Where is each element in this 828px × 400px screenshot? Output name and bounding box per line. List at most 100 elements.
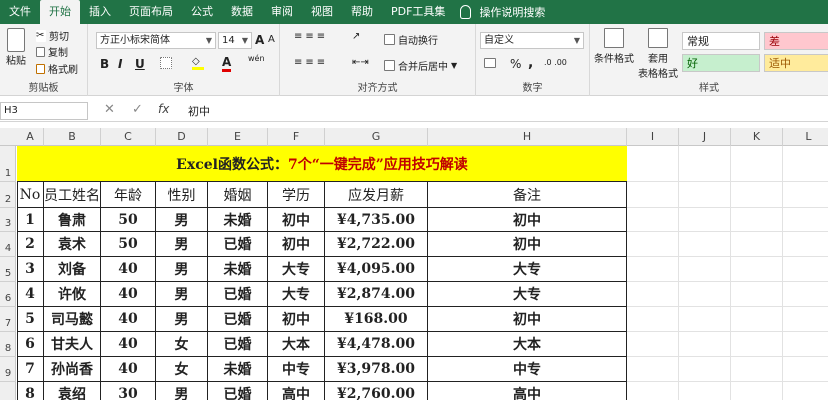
style-neutral[interactable]: 适中 [764,54,828,72]
font-color-button[interactable]: A [222,55,232,72]
data-cell-row6-D[interactable]: 男 [156,282,208,307]
column-header-D[interactable]: D [156,128,208,146]
data-cell-row9-B[interactable]: 孙尚香 [44,357,101,382]
row-header-8[interactable]: 8 [0,332,16,357]
data-cell-row4-F[interactable]: 初中 [268,232,325,257]
data-cell-row8-G[interactable]: ¥4,478.00 [325,332,428,357]
header-cell-D[interactable]: 性别 [156,182,208,208]
data-cell-row6-H[interactable]: 大专 [428,282,627,307]
data-cell-row5-C[interactable]: 40 [101,257,156,282]
italic-button[interactable]: I [118,57,122,71]
data-cell-row6-F[interactable]: 大专 [268,282,325,307]
data-cell-row5-A[interactable]: 3 [17,257,44,282]
data-cell-row3-G[interactable]: ¥4,735.00 [325,208,428,232]
column-header-G[interactable]: G [325,128,428,146]
data-cell-row10-H[interactable]: 高中 [428,382,627,400]
merge-center-button[interactable]: 合并后居中 ▼ [384,58,457,73]
style-normal[interactable]: 常规 [682,32,760,50]
data-cell-row9-E[interactable]: 未婚 [208,357,268,382]
tab-data[interactable]: 数据 [222,0,262,24]
column-header-L[interactable]: L [783,128,828,146]
tab-view[interactable]: 视图 [302,0,342,24]
insert-function-icon[interactable]: fx [158,102,169,116]
style-good[interactable]: 好 [682,54,760,72]
copy-button[interactable]: 复制 [36,44,68,59]
tell-me-search[interactable]: 操作说明搜索 [454,4,545,20]
data-cell-row4-E[interactable]: 已婚 [208,232,268,257]
tab-help[interactable]: 帮助 [342,0,382,24]
data-cell-row9-F[interactable]: 中专 [268,357,325,382]
data-cell-row9-A[interactable]: 7 [17,357,44,382]
data-cell-row4-G[interactable]: ¥2,722.00 [325,232,428,257]
data-cell-row9-C[interactable]: 40 [101,357,156,382]
percent-button[interactable]: % [510,57,521,71]
data-cell-row7-F[interactable]: 初中 [268,307,325,332]
data-cell-row5-H[interactable]: 大专 [428,257,627,282]
row-header-5[interactable]: 5 [0,257,16,282]
column-header-I[interactable]: I [627,128,679,146]
data-cell-row5-B[interactable]: 刘备 [44,257,101,282]
row-header-4[interactable]: 4 [0,232,16,257]
data-cell-row10-C[interactable]: 30 [101,382,156,400]
data-cell-row5-G[interactable]: ¥4,095.00 [325,257,428,282]
header-cell-B[interactable]: 员工姓名 [44,182,101,208]
format-painter-button[interactable]: 格式刷 [36,61,78,76]
data-cell-row6-E[interactable]: 已婚 [208,282,268,307]
fill-color-button[interactable]: ◇ [192,56,204,70]
tab-pdf-tools[interactable]: PDF工具集 [382,0,454,24]
data-cell-row7-H[interactable]: 初中 [428,307,627,332]
data-cell-row7-D[interactable]: 男 [156,307,208,332]
shrink-font-button[interactable]: A [268,34,275,45]
bold-button[interactable]: B [100,57,109,71]
data-cell-row8-H[interactable]: 大本 [428,332,627,357]
column-header-K[interactable]: K [731,128,783,146]
data-cell-row10-A[interactable]: 8 [17,382,44,400]
data-cell-row4-A[interactable]: 2 [17,232,44,257]
data-cell-row8-F[interactable]: 大本 [268,332,325,357]
data-cell-row7-A[interactable]: 5 [17,307,44,332]
column-header-J[interactable]: J [679,128,731,146]
data-cell-row3-B[interactable]: 鲁肃 [44,208,101,232]
data-cell-row8-D[interactable]: 女 [156,332,208,357]
grow-font-button[interactable]: A [255,33,264,47]
data-cell-row7-G[interactable]: ¥168.00 [325,307,428,332]
formula-input[interactable]: 初中 [188,103,210,119]
data-cell-row8-E[interactable]: 已婚 [208,332,268,357]
data-cell-row8-B[interactable]: 甘夫人 [44,332,101,357]
column-header-E[interactable]: E [208,128,268,146]
comma-button[interactable]: , [528,55,533,71]
data-cell-row7-C[interactable]: 40 [101,307,156,332]
data-cell-row10-E[interactable]: 已婚 [208,382,268,400]
header-cell-C[interactable]: 年龄 [101,182,156,208]
data-cell-row7-B[interactable]: 司马懿 [44,307,101,332]
data-cell-row9-H[interactable]: 中专 [428,357,627,382]
column-header-F[interactable]: F [268,128,325,146]
number-format-select[interactable]: 自定义 ▼ [480,32,584,49]
data-cell-row9-G[interactable]: ¥3,978.00 [325,357,428,382]
data-cell-row6-C[interactable]: 40 [101,282,156,307]
data-cell-row8-A[interactable]: 6 [17,332,44,357]
cancel-icon[interactable]: ✕ [104,102,115,117]
currency-button[interactable] [484,58,499,68]
cut-button[interactable]: ✂ 剪切 [36,28,69,43]
vertical-align-buttons[interactable]: ≡ ≡ ≡ [294,31,328,42]
phonetic-button[interactable]: wén [248,54,265,63]
data-cell-row9-D[interactable]: 女 [156,357,208,382]
data-cell-row10-G[interactable]: ¥2,760.00 [325,382,428,400]
indent-buttons[interactable]: ⇤⇥ [352,57,369,68]
tab-insert[interactable]: 插入 [80,0,120,24]
font-name-select[interactable]: 方正小标宋简体 ▼ [96,32,216,49]
data-cell-row8-C[interactable]: 40 [101,332,156,357]
decimal-buttons[interactable]: .0 .00 [544,58,567,67]
header-cell-E[interactable]: 婚姻 [208,182,268,208]
tab-page-layout[interactable]: 页面布局 [120,0,182,24]
tab-file[interactable]: 文件 [0,0,40,24]
column-header-A[interactable]: A [17,128,44,146]
tab-review[interactable]: 审阅 [262,0,302,24]
data-cell-row7-E[interactable]: 已婚 [208,307,268,332]
header-cell-G[interactable]: 应发月薪 [325,182,428,208]
data-cell-row5-D[interactable]: 男 [156,257,208,282]
worksheet-grid[interactable]: Excel函数公式： 7个“一键完成”应用技巧解读 No 员工姓名 年龄 性别 婚姻 学历应… [17,146,828,400]
data-cell-row4-B[interactable]: 袁术 [44,232,101,257]
data-cell-row3-A[interactable]: 1 [17,208,44,232]
